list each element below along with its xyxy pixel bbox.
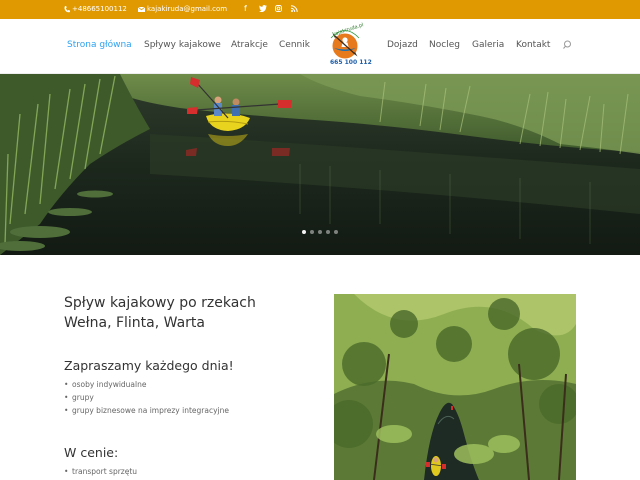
nav-gallery[interactable]: Galeria [472,40,504,50]
slider-dot-5[interactable] [334,230,338,234]
facebook-icon[interactable]: f [244,4,247,14]
list-item: transport sprzętu [64,465,314,478]
phone-icon [64,5,70,12]
slider-dot-3[interactable] [318,230,322,234]
price-heading: W cenie: [64,445,119,460]
slider-dot-2[interactable] [310,230,314,234]
top-bar: +48665100112 kajakiruda@gmail.com f [0,0,640,19]
site-logo[interactable]: kajakiruda.pl 665 100 112 [318,22,372,68]
invite-heading: Zapraszamy każdego dnia! [64,358,234,373]
intro-heading: Spływ kajakowy po rzekach Wełna, Flinta,… [64,293,314,333]
nav-prices[interactable]: Cennik [279,40,310,50]
instagram-icon[interactable] [275,5,282,12]
nav-home[interactable]: Strona główna [67,40,132,50]
search-icon[interactable] [562,39,574,51]
intro-heading-line1: Spływ kajakowy po rzekach [64,295,256,311]
intro-heading-line2: Wełna, Flinta, Warta [64,315,205,331]
rss-icon[interactable] [291,5,298,12]
forest-river-photo [334,294,576,480]
invite-list: osoby indywidualne grupy grupy biznesowe… [64,378,314,417]
envelope-icon [138,6,145,12]
logo-phone-text: 665 100 112 [330,59,372,66]
phone-contact[interactable]: +48665100112 [64,5,127,13]
price-list: transport sprzętu [64,465,314,478]
nav-directions[interactable]: Dojazd [387,40,418,50]
phone-number: +48665100112 [72,5,127,13]
list-item: grupy [64,391,314,404]
list-item: osoby indywidualne [64,378,314,391]
nav-accommodation[interactable]: Nocleg [429,40,460,50]
email-address: kajakiruda@gmail.com [147,5,228,13]
slider-dot-4[interactable] [326,230,330,234]
nav-kayak-trips[interactable]: Spływy kajakowe [144,40,221,50]
intro-section: Spływ kajakowy po rzekach Wełna, Flinta,… [64,293,314,478]
twitter-icon[interactable] [259,5,267,12]
forest-river-image [334,294,576,480]
email-contact[interactable]: kajakiruda@gmail.com [138,5,227,13]
nav-attractions[interactable]: Atrakcje [231,40,268,50]
site-header: Strona główna Spływy kajakowe Atrakcje C… [0,19,640,74]
slider-dot-1[interactable] [302,230,306,234]
river-kayak-photo [0,74,640,255]
slider-pagination [302,230,338,234]
list-item: grupy biznesowe na imprezy integracyjne [64,404,314,417]
hero-slider[interactable] [0,74,640,255]
nav-contact[interactable]: Kontakt [516,40,550,50]
